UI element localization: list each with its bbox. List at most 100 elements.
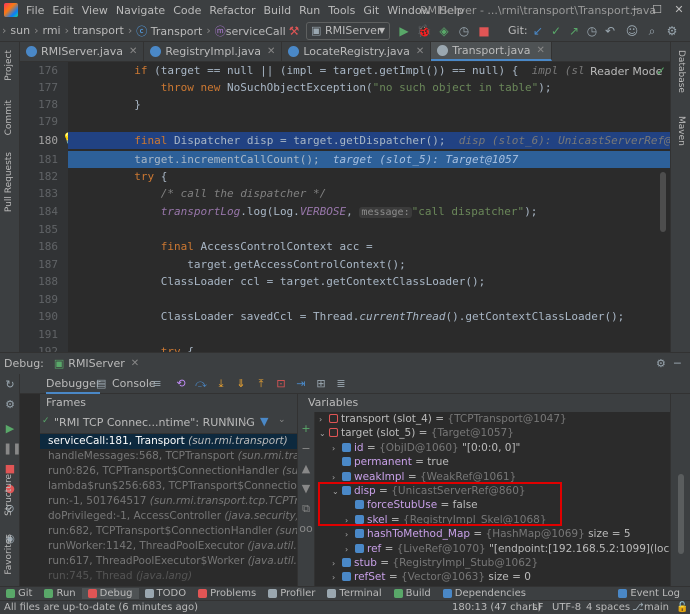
user-icon[interactable]: ☺ bbox=[624, 23, 640, 39]
minimize-icon[interactable]: ─ bbox=[624, 0, 646, 20]
menu-tools[interactable]: Tools bbox=[324, 4, 359, 17]
git-update-icon[interactable]: ↙ bbox=[530, 23, 546, 39]
tab-registryimpl[interactable]: RegistryImpl.java ✕ bbox=[144, 42, 283, 61]
maven-tool-tab[interactable]: Maven bbox=[676, 116, 686, 146]
structure-tool-tab[interactable]: Structure bbox=[4, 474, 14, 516]
expand-toggle-icon[interactable]: › bbox=[319, 413, 329, 426]
remove-watch-icon[interactable]: − bbox=[299, 442, 313, 456]
profiler-tool-button[interactable]: Profiler bbox=[262, 588, 321, 599]
caret-position[interactable]: 180:13 (47 chars) bbox=[452, 601, 541, 614]
frame-row[interactable]: run:617, ThreadPoolExecutor$Worker (java… bbox=[40, 554, 297, 569]
search-icon[interactable]: ⌕ bbox=[644, 23, 660, 39]
profile-icon[interactable]: ◷ bbox=[456, 23, 472, 39]
stop-icon[interactable]: ■ bbox=[476, 23, 492, 39]
run-configuration-select[interactable]: ▣ RMIServer ▼ bbox=[306, 22, 390, 40]
git-tool-button[interactable]: Git bbox=[0, 588, 38, 599]
frame-row[interactable]: run:745, Thread (java.lang) bbox=[40, 569, 297, 584]
breadcrumb-sun[interactable]: sun bbox=[8, 24, 32, 37]
variable-row[interactable]: › transport (slot_4) = {TCPTransport@1047… bbox=[315, 412, 670, 426]
close-icon[interactable]: ✕ bbox=[131, 358, 139, 369]
expand-toggle-icon[interactable]: › bbox=[345, 528, 355, 541]
expand-toggle-icon[interactable]: › bbox=[332, 557, 342, 570]
show-execution-point-icon[interactable]: ⟲ bbox=[174, 377, 188, 391]
evaluate-icon[interactable]: ⊞ bbox=[314, 377, 328, 391]
close-tab-icon[interactable]: ✕ bbox=[129, 46, 137, 57]
tab-locateregistry[interactable]: LocateRegistry.java ✕ bbox=[282, 42, 432, 61]
database-tool-tab[interactable]: Database bbox=[676, 50, 686, 93]
file-encoding[interactable]: UTF-8 bbox=[552, 601, 581, 614]
run-icon[interactable]: ▶ bbox=[396, 23, 412, 39]
move-down-icon[interactable]: ▼ bbox=[299, 482, 313, 496]
step-out-icon[interactable]: ⤒ bbox=[254, 377, 268, 391]
trace-icon[interactable]: ≣ bbox=[334, 377, 348, 391]
line-separator[interactable]: LF bbox=[532, 601, 543, 614]
watches-icon[interactable]: oo bbox=[299, 522, 313, 536]
menu-build[interactable]: Build bbox=[260, 4, 296, 17]
resume-icon[interactable]: ▶ bbox=[3, 422, 17, 436]
git-branch[interactable]: main bbox=[644, 601, 669, 614]
frame-row[interactable]: doPrivileged:-1, AccessController (java.… bbox=[40, 509, 297, 524]
menu-file[interactable]: File bbox=[22, 4, 48, 17]
breadcrumb-method[interactable]: ⓜserviceCall bbox=[213, 23, 288, 39]
menu-refactor[interactable]: Refactor bbox=[205, 4, 259, 17]
variable-row[interactable]: › id = {ObjID@1060} "[0:0:0, 0]" bbox=[315, 441, 670, 455]
chevron-down-icon[interactable]: ⌄ bbox=[278, 415, 286, 425]
git-history-icon[interactable]: ◷ bbox=[584, 23, 600, 39]
thread-selector[interactable]: ✓ "RMI TCP Connec...ntime": RUNNING ↑ ↓ … bbox=[40, 412, 297, 434]
terminal-tool-button[interactable]: Terminal bbox=[321, 588, 387, 599]
close-tab-icon[interactable]: ✕ bbox=[536, 45, 544, 56]
git-rollback-icon[interactable]: ↶ bbox=[602, 23, 618, 39]
hide-icon[interactable]: ─ bbox=[674, 357, 681, 370]
settings-icon[interactable]: ⚙ bbox=[664, 23, 680, 39]
add-watch-icon[interactable]: + bbox=[299, 422, 313, 436]
menu-code[interactable]: Code bbox=[169, 4, 205, 17]
menu-edit[interactable]: Edit bbox=[48, 4, 77, 17]
settings-icon[interactable]: ⚙ bbox=[656, 357, 666, 370]
maximize-icon[interactable]: ☐ bbox=[646, 0, 668, 20]
frame-row[interactable]: handleMessages:568, TCPTransport (sun.rm… bbox=[40, 449, 297, 464]
breadcrumb-transport[interactable]: transport bbox=[71, 24, 126, 37]
variable-row[interactable]: permanent = true bbox=[315, 455, 670, 469]
indent-setting[interactable]: 4 spaces bbox=[586, 601, 630, 614]
frame-row[interactable]: run0:826, TCPTransport$ConnectionHandler… bbox=[40, 464, 297, 479]
tab-rmiserver[interactable]: RMIServer.java ✕ bbox=[20, 42, 145, 61]
pause-icon[interactable]: ❚❚ bbox=[3, 442, 21, 456]
reader-mode-button[interactable]: Reader Mode bbox=[586, 65, 667, 78]
build-hammer-icon[interactable]: ⚒ bbox=[286, 23, 302, 39]
build-tool-button[interactable]: Build bbox=[388, 588, 437, 599]
menu-git[interactable]: Git bbox=[359, 4, 383, 17]
step-into-icon[interactable]: ⤓ bbox=[214, 377, 228, 391]
project-tool-tab[interactable]: Project bbox=[4, 50, 14, 81]
menu-view[interactable]: View bbox=[78, 4, 112, 17]
menu-lines-icon[interactable]: ≡ bbox=[150, 377, 164, 391]
editor-scrollbar[interactable] bbox=[660, 172, 666, 232]
force-step-into-icon[interactable]: ⇓ bbox=[234, 377, 248, 391]
event-log-button[interactable]: Event Log bbox=[612, 588, 686, 599]
debug-icon[interactable]: 🐞 bbox=[416, 23, 432, 39]
scroll-thumb[interactable] bbox=[678, 474, 684, 554]
run-to-cursor-icon[interactable]: ⇥ bbox=[294, 377, 308, 391]
copy-icon[interactable]: ⧉ bbox=[299, 502, 313, 516]
rerun-icon[interactable]: ↻ bbox=[3, 378, 17, 392]
coverage-icon[interactable]: ◈ bbox=[436, 23, 452, 39]
expand-toggle-icon[interactable]: › bbox=[345, 543, 355, 556]
move-up-icon[interactable]: ▲ bbox=[299, 462, 313, 476]
variable-row[interactable]: › ref = {LiveRef@1070} "[endpoint:[192.16… bbox=[315, 542, 670, 556]
variable-row[interactable]: › hashToMethod_Map = {HashMap@1069} size … bbox=[315, 527, 670, 541]
pull-requests-tool-tab[interactable]: Pull Requests bbox=[4, 152, 14, 212]
frame-row[interactable]: runWorker:1142, ThreadPoolExecutor (java… bbox=[40, 539, 297, 554]
close-tab-icon[interactable]: ✕ bbox=[416, 46, 424, 57]
debug-config-tab[interactable]: RMIServer bbox=[68, 357, 124, 370]
frame-row[interactable]: serviceCall:181, Transport (sun.rmi.tran… bbox=[40, 434, 297, 449]
problems-tool-button[interactable]: Problems bbox=[192, 588, 262, 599]
breadcrumb-class[interactable]: ⓒ Transport bbox=[134, 23, 204, 39]
frame-row[interactable]: run:-1, 501764517 (sun.rmi.transport.tcp… bbox=[40, 494, 297, 509]
variable-row[interactable]: ⌄ target (slot_5) = {Target@1057} bbox=[315, 426, 670, 440]
tab-debugger[interactable]: Debugger bbox=[46, 377, 101, 394]
variables-scrollbar[interactable] bbox=[670, 394, 690, 586]
drop-frame-icon[interactable]: ⊡ bbox=[274, 377, 288, 391]
step-over-icon[interactable]: ⤼ bbox=[194, 377, 208, 391]
expand-toggle-icon[interactable]: ⌄ bbox=[319, 427, 329, 440]
up-arrow-icon[interactable]: ↑ bbox=[224, 415, 233, 428]
menu-navigate[interactable]: Navigate bbox=[112, 4, 169, 17]
